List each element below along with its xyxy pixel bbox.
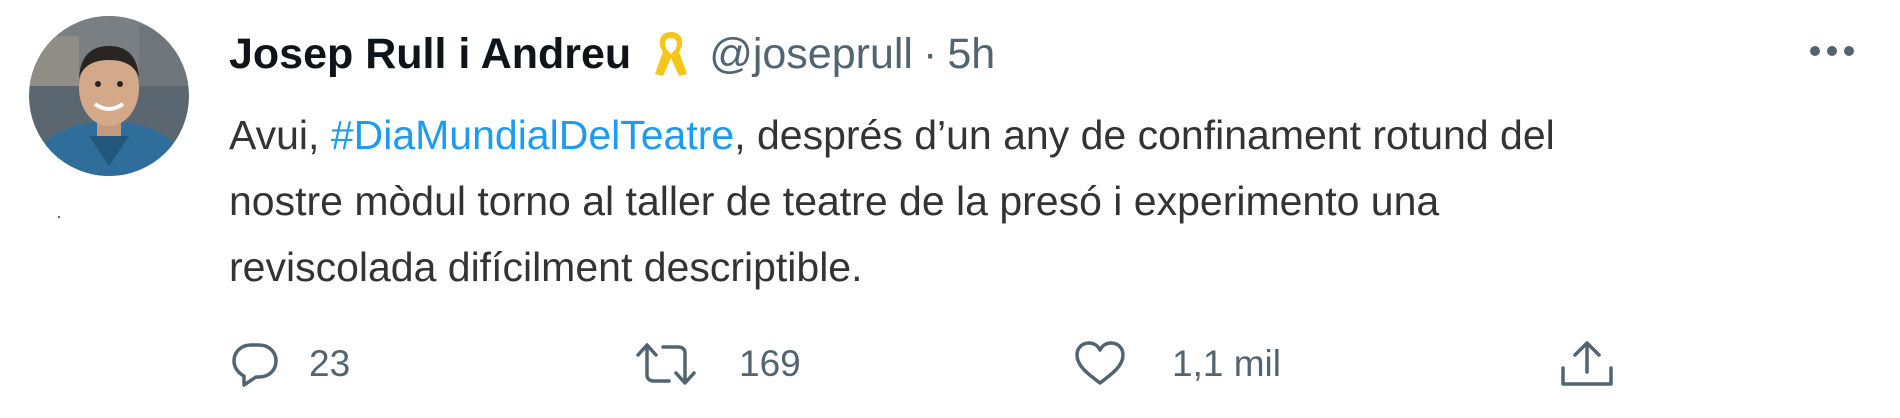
tweet-text-line1-rest: , després d’un any de confinament rotund… bbox=[734, 112, 1555, 158]
retweet-icon bbox=[635, 339, 697, 389]
tweet-header: Josep Rull i Andreu @joseprull · 5h bbox=[229, 24, 995, 84]
author-handle[interactable]: @joseprull bbox=[709, 30, 913, 79]
reply-button[interactable]: 23 bbox=[229, 334, 350, 394]
retweet-count: 169 bbox=[739, 343, 801, 384]
like-count: 1,1 mil bbox=[1172, 343, 1281, 384]
separator-dot: · bbox=[922, 29, 938, 78]
tweet-timestamp[interactable]: 5h bbox=[947, 30, 995, 79]
like-button[interactable]: 1,1 mil bbox=[1072, 334, 1281, 394]
tweet-line-2: nostre mòdul torno al taller de teatre d… bbox=[229, 178, 1440, 224]
yellow-ribbon-icon bbox=[651, 28, 691, 80]
reply-icon bbox=[229, 339, 281, 389]
tweet-text: Avui, #DiaMundialDelTeatre, després d’un… bbox=[229, 102, 1869, 300]
more-icon[interactable] bbox=[1802, 36, 1862, 66]
tweet-line-1: Avui, #DiaMundialDelTeatre, després d’un… bbox=[229, 102, 1869, 168]
author-name[interactable]: Josep Rull i Andreu bbox=[229, 30, 631, 79]
retweet-button[interactable]: 169 bbox=[635, 334, 801, 394]
tweet-card[interactable]: Josep Rull i Andreu @joseprull · 5h Avui… bbox=[0, 0, 1900, 418]
share-button[interactable] bbox=[1557, 334, 1617, 394]
stray-dot bbox=[58, 216, 60, 218]
hashtag-link[interactable]: #DiaMundialDelTeatre bbox=[331, 112, 734, 158]
tweet-text-start: Avui, bbox=[229, 112, 331, 158]
action-bar: 23 169 1,1 mil bbox=[229, 334, 1649, 394]
heart-icon bbox=[1072, 339, 1128, 389]
reply-count: 23 bbox=[309, 343, 351, 384]
share-icon bbox=[1557, 338, 1617, 390]
tweet-line-3: reviscolada difícilment descriptible. bbox=[229, 244, 863, 290]
avatar[interactable] bbox=[29, 16, 189, 176]
